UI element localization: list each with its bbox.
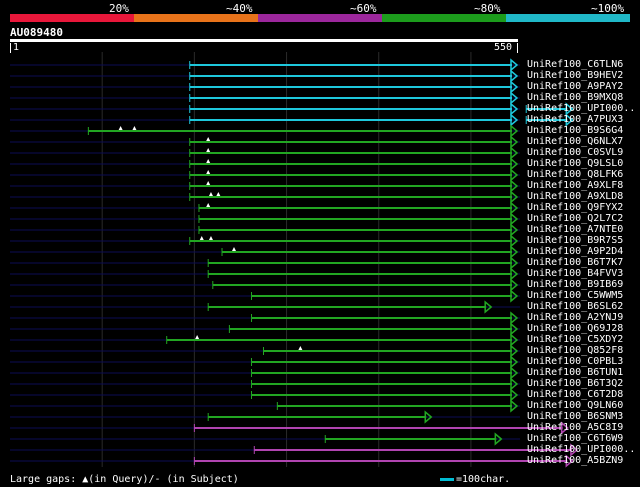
hit-label[interactable]: UniRef100_A9PAY2 bbox=[527, 81, 623, 92]
hit-label[interactable]: UniRef100_C0SVL9 bbox=[527, 147, 623, 158]
query-gap-marker bbox=[206, 159, 211, 163]
hit-label[interactable]: UniRef100_A9XLD8 bbox=[527, 191, 623, 202]
query-gap-marker bbox=[199, 236, 204, 240]
hit-label[interactable]: UniRef100_Q852F8 bbox=[527, 345, 623, 356]
large-gaps-note: Large gaps: ▲(in Query)/- (in Subject) bbox=[10, 474, 239, 485]
hit-label[interactable]: UniRef100_B9HEV2 bbox=[527, 70, 623, 81]
hit-label[interactable]: UniRef100_A7PUX3 bbox=[527, 114, 623, 125]
hit-label[interactable]: UniRef100_C6T6W9 bbox=[527, 433, 623, 444]
hit-label[interactable]: UniRef100_Q9LN60 bbox=[527, 400, 623, 411]
hit-label[interactable]: UniRef100_C0PBL3 bbox=[527, 356, 623, 367]
query-gap-marker bbox=[216, 192, 221, 196]
hit-label[interactable]: UniRef100_Q6NLX7 bbox=[527, 136, 623, 147]
hit-label[interactable]: UniRef100_C5XDY2 bbox=[527, 334, 623, 345]
hit-label[interactable]: UniRef100_A9XLF8 bbox=[527, 180, 623, 191]
hit-label[interactable]: UniRef100_B9MXQ8 bbox=[527, 92, 623, 103]
query-gap-marker bbox=[118, 126, 123, 130]
scale-key: =100char. bbox=[440, 474, 510, 485]
hit-label[interactable]: UniRef100_Q9LSL0 bbox=[527, 158, 623, 169]
query-gap-marker bbox=[298, 346, 303, 350]
hit-label[interactable]: UniRef100_Q2L7C2 bbox=[527, 213, 623, 224]
hit-label[interactable]: UniRef100_B6SNM3 bbox=[527, 411, 623, 422]
query-gap-marker bbox=[206, 203, 211, 207]
hit-label[interactable]: UniRef100_UPI000.. bbox=[527, 103, 635, 114]
query-gap-marker bbox=[206, 170, 211, 174]
hit-label[interactable]: UniRef100_B9IB69 bbox=[527, 279, 623, 290]
hit-label[interactable]: UniRef100_Q9FYX2 bbox=[527, 202, 623, 213]
hit-label[interactable]: UniRef100_C5WWM5 bbox=[527, 290, 623, 301]
hit-label[interactable]: UniRef100_B9S6G4 bbox=[527, 125, 623, 136]
query-gap-marker bbox=[195, 335, 200, 339]
hit-label[interactable]: UniRef100_C6TLN6 bbox=[527, 59, 623, 70]
scale-key-label: =100char. bbox=[456, 474, 511, 485]
hit-label[interactable]: UniRef100_B6T7K7 bbox=[527, 257, 623, 268]
hit-label[interactable]: UniRef100_Q8LFK6 bbox=[527, 169, 623, 180]
hit-label[interactable]: UniRef100_B4FVV3 bbox=[527, 268, 623, 279]
hit-label[interactable]: UniRef100_Q69J28 bbox=[527, 323, 623, 334]
hit-label[interactable]: UniRef100_B6SL62 bbox=[527, 301, 623, 312]
query-gap-marker bbox=[206, 137, 211, 141]
query-gap-marker bbox=[208, 192, 213, 196]
scale-swatch bbox=[440, 477, 454, 481]
query-gap-marker bbox=[208, 236, 213, 240]
hit-label[interactable]: UniRef100_B9R7S5 bbox=[527, 235, 623, 246]
query-gap-marker bbox=[206, 181, 211, 185]
hit-label[interactable]: UniRef100_B6T3Q2 bbox=[527, 378, 623, 389]
hit-label[interactable]: UniRef100_A9P2D4 bbox=[527, 246, 623, 257]
hit-label[interactable]: UniRef100_A7NTE0 bbox=[527, 224, 623, 235]
query-gap-marker bbox=[132, 126, 137, 130]
query-gap-marker bbox=[206, 148, 211, 152]
query-gap-marker bbox=[232, 247, 237, 251]
hit-label[interactable]: UniRef100_B6TUN1 bbox=[527, 367, 623, 378]
hit-label[interactable]: UniRef100_A5C8I9 bbox=[527, 422, 623, 433]
hit-label[interactable]: UniRef100_A2YNJ9 bbox=[527, 312, 623, 323]
hit-label[interactable]: UniRef100_C6T2D8 bbox=[527, 389, 623, 400]
hit-label[interactable]: UniRef100_A5BZN9 bbox=[527, 455, 623, 466]
hit-label[interactable]: UniRef100_UPI000.. bbox=[527, 444, 635, 455]
